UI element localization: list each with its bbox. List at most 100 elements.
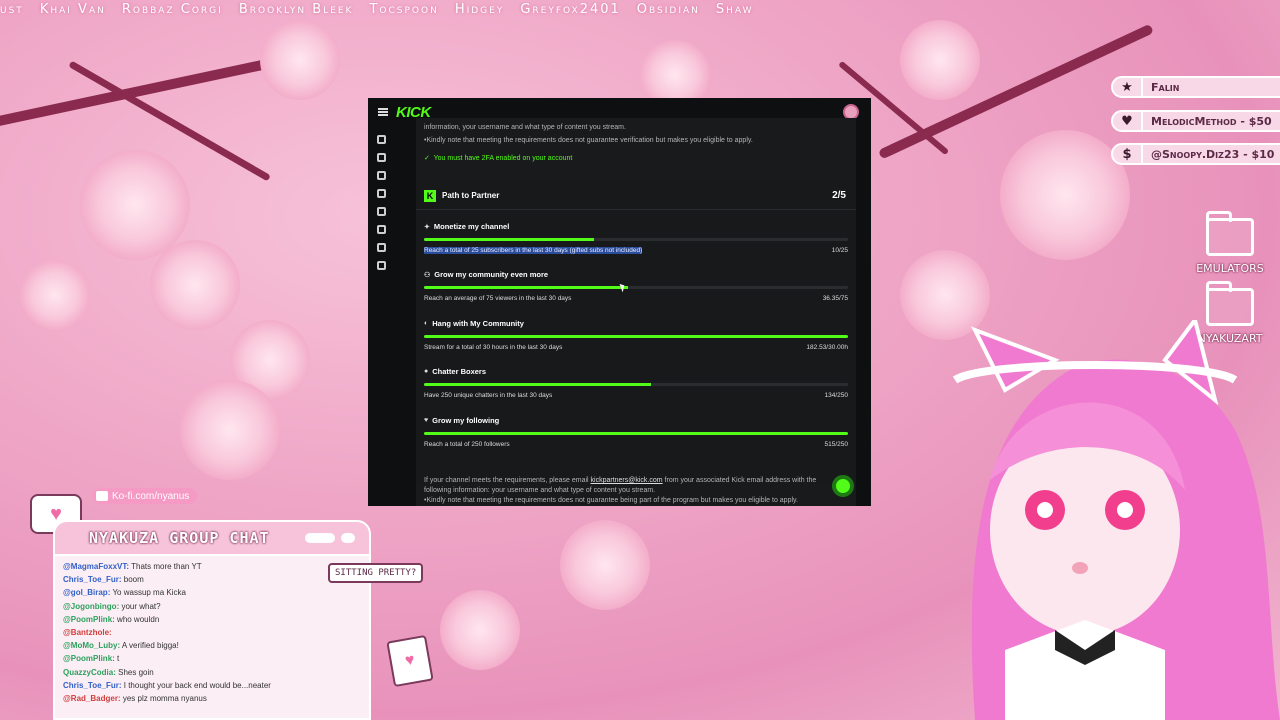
chat-text: boom <box>121 575 144 585</box>
chat-header: NYAKUZA GROUP CHAT <box>55 522 369 556</box>
task-value: 515/250 <box>824 441 849 448</box>
folder-label: EMULATORS <box>1196 262 1264 275</box>
sidebar-upload-icon[interactable] <box>376 261 386 270</box>
chat-text: yes plz momma nyanus <box>120 694 207 704</box>
chat-message: @Bantzhole: <box>63 626 361 639</box>
chat-message: Chris_Toe_Fur: I thought your back end w… <box>63 679 361 692</box>
task-following: ♥ Grow my following Reach a total of 250 … <box>424 416 848 448</box>
chat-user: @PoomPlink: <box>63 614 115 624</box>
chat-message: @MoMo_Luby: A verified bigga! <box>63 639 361 652</box>
alert-text: MelodicMethod - $50 <box>1151 114 1272 128</box>
sidebar-link-icon[interactable] <box>376 153 386 162</box>
footer-pre: If your channel meets the requirements, … <box>424 477 591 484</box>
partner-page: information, your username and what type… <box>416 118 856 506</box>
kofi-badge: Ko-fi.com/nyanus <box>92 488 198 504</box>
chat-message: @PoomPlink: who wouldn <box>63 613 361 626</box>
intro-line: information, your username and what type… <box>424 124 626 131</box>
progress-count: 2/5 <box>832 190 846 201</box>
progress-bar <box>424 383 848 386</box>
chat-message: Chris_Toe_Fur: boom <box>63 573 361 586</box>
sidebar-wrench-icon[interactable] <box>376 225 386 234</box>
chat-message: @PoomPlink: t <box>63 652 361 665</box>
ticker-name: Khai Van <box>39 2 106 17</box>
folder-icon <box>1206 211 1254 256</box>
love-letter-icon: ♥ <box>386 634 434 688</box>
chat-user: Chris_Toe_Fur: <box>63 680 122 690</box>
follower-ticker: ust Khai Van Robbaz Corgi Brooklyn Bleek… <box>0 2 760 22</box>
chat-user: @Bantzhole: <box>63 628 112 638</box>
task-value: 182.53/30.00h <box>806 344 848 351</box>
chat-message: @Rad_Badger: yes plz momma nyanus <box>63 692 361 705</box>
task-title: Grow my following <box>432 416 500 425</box>
task-value: 134/250 <box>824 392 849 399</box>
sitting-pretty-bubble: SITTING PRETTY? <box>328 563 424 583</box>
email-link[interactable]: kickpartners@kick.com <box>591 477 663 484</box>
chat-bubble-icon: ● <box>424 368 429 375</box>
progress-fill <box>424 383 652 386</box>
task-title: Chatter Boxers <box>432 367 487 376</box>
star-icon: ★ <box>1121 79 1133 95</box>
vtuber-avatar <box>952 320 1280 720</box>
sparkle-icon: ✦ <box>424 223 430 231</box>
sidebar-chart-icon[interactable] <box>376 171 386 180</box>
task-detail: Reach an average of 75 viewers in the la… <box>424 295 572 302</box>
card-header: K Path to Partner <box>416 182 856 210</box>
progress-fill <box>424 432 848 435</box>
community-icon: ⚇ <box>424 271 431 279</box>
requirement-text: You must have 2FA enabled on your accoun… <box>433 155 573 162</box>
task-detail: Stream for a total of 30 hours in the la… <box>424 344 563 351</box>
chat-user: Chris_Toe_Fur: <box>63 575 122 585</box>
task-title: Grow my community even more <box>434 270 549 279</box>
progress-fill <box>424 335 848 338</box>
chat-user: @gol_Birap: <box>63 588 111 598</box>
chat-message: @MagmaFoxxVT: Thats more than YT <box>63 560 361 573</box>
chat-user: @Jogonbingo: <box>63 601 120 611</box>
ticker-name: Hidgey <box>454 2 505 17</box>
ticker-name: Greyfox2401 <box>520 2 621 17</box>
chat-text: your what? <box>119 601 161 611</box>
alert-tip: $ @Snoopy.Diz23 - $10 <box>1111 143 1280 165</box>
chat-message: @gol_Birap: Yo wassup ma Kicka <box>63 586 361 599</box>
hamburger-menu-icon[interactable] <box>378 108 388 116</box>
alert-text: @Snoopy.Diz23 - $10 <box>1151 147 1275 161</box>
task-hang: ◐ Hang with My Community Stream for a tot… <box>424 319 848 351</box>
ticker-name: Shaw <box>715 2 754 17</box>
chat-message: @Jogonbingo: your what? <box>63 600 361 613</box>
alert-follow: ★ Falin <box>1111 76 1280 98</box>
chat-user: @PoomPlink: <box>63 654 115 664</box>
progress-bar <box>424 335 848 338</box>
kick-browser-window: KICK information, your username and what… <box>368 98 871 506</box>
chat-message: QuazzyCodia: Shes goin <box>63 666 361 679</box>
footer-line3: •Kindly note that meeting the requiremen… <box>424 497 798 504</box>
ticker-name: Tocspoon <box>369 2 439 17</box>
chat-user: @Rad_Badger: <box>63 694 121 704</box>
task-detail: Reach a total of 250 followers <box>424 441 510 448</box>
progress-bar <box>424 432 848 435</box>
task-grow-community: ⚇ Grow my community even more Reach an av… <box>424 270 848 302</box>
window-pill <box>305 533 335 543</box>
sidebar-home-icon[interactable] <box>376 135 386 144</box>
chat-title: NYAKUZA GROUP CHAT <box>89 529 270 547</box>
ticker-name: Brooklyn Bleek <box>238 2 354 17</box>
kofi-link: Ko-fi.com/nyanus <box>112 490 190 502</box>
progress-fill <box>424 286 628 289</box>
folder-emulators[interactable]: EMULATORS <box>1190 211 1270 275</box>
task-monetize: ✦ Monetize my channel Reach a total of 25… <box>424 222 848 254</box>
task-title: Hang with My Community <box>432 319 524 328</box>
chat-messages: @MagmaFoxxVT: Thats more than YT Chris_T… <box>55 556 369 709</box>
sidebar-card-icon[interactable] <box>376 207 386 216</box>
sidebar-trophy-icon[interactable] <box>376 189 386 198</box>
chat-text: I thought your back end would be...neate… <box>121 680 271 690</box>
help-chat-button[interactable] <box>832 475 854 497</box>
task-value: 36.35/75 <box>822 295 848 302</box>
note-line: •Kindly note that meeting the requiremen… <box>424 137 753 144</box>
progress-bar <box>424 238 848 241</box>
chat-text: t <box>114 654 120 664</box>
path-to-partner-card: K Path to Partner 2/5 ✦ Monetize my chann… <box>416 182 856 482</box>
chat-text: Yo wassup ma Kicka <box>110 588 186 598</box>
chat-user: @MagmaFoxxVT: <box>63 562 130 571</box>
sidebar-users-icon[interactable] <box>376 243 386 252</box>
task-detail: Reach a total of 25 subscribers in the l… <box>424 247 643 254</box>
ticker-name: Obsidian <box>636 2 700 17</box>
kofi-cup-icon <box>96 491 108 501</box>
